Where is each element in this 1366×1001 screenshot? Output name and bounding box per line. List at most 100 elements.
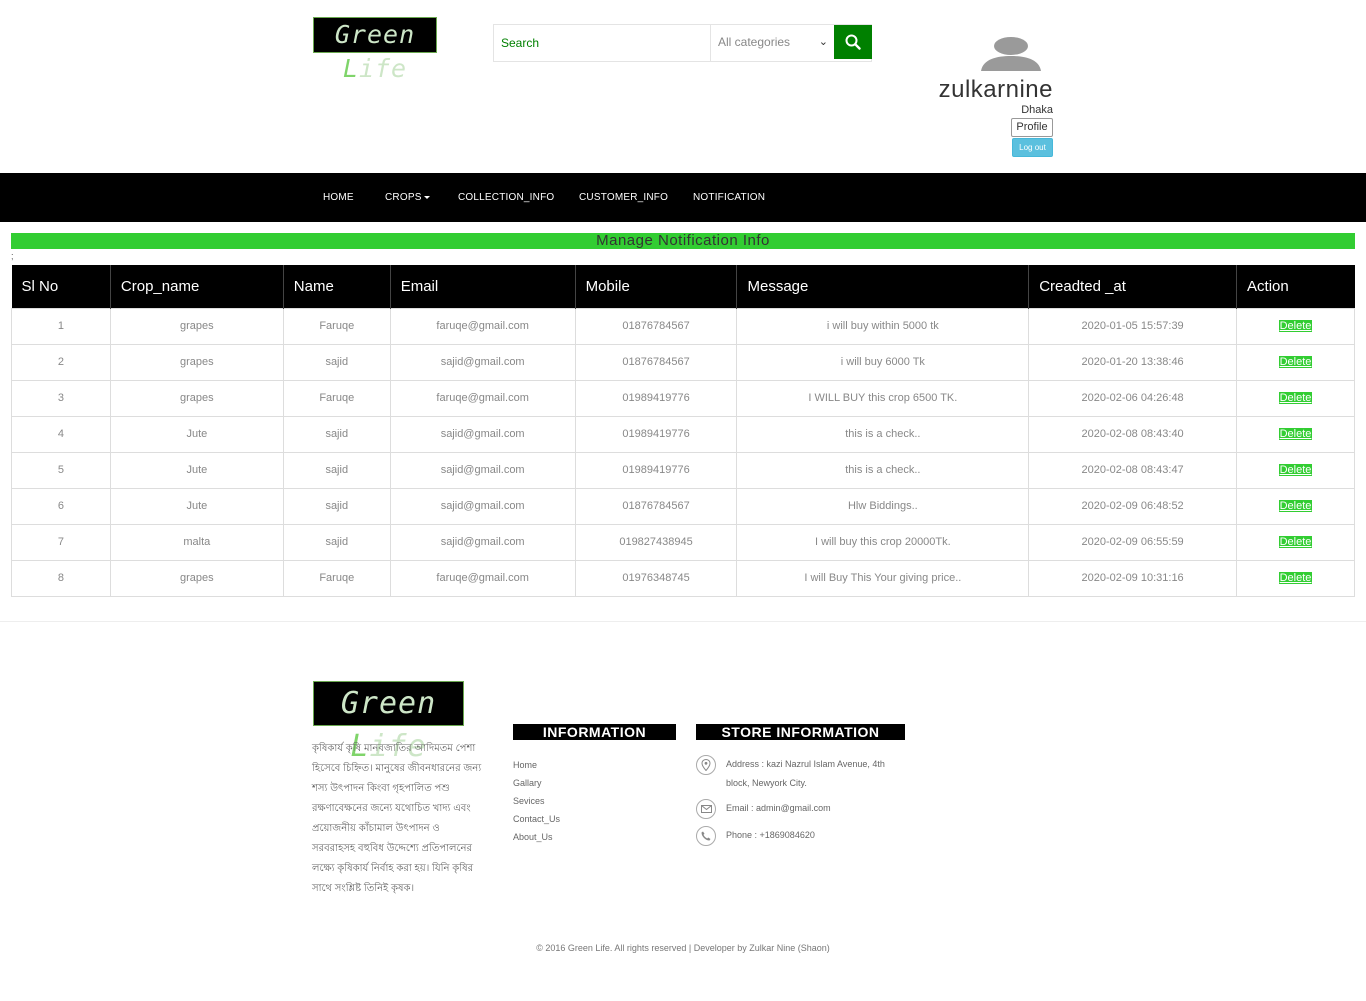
search-input[interactable] [494,25,710,61]
footer-logo-text-green: Green [340,686,437,721]
cell-sl: 1 [11,307,111,345]
nav-collection-info[interactable]: COLLECTION_INFO [458,173,554,222]
nav-crops-label: CROPS [385,192,422,203]
cell-message: this is a check.. [736,415,1030,453]
delete-button[interactable]: Delete [1278,572,1313,584]
cell-created: 2020-01-05 15:57:39 [1028,307,1238,345]
user-name: zulkarnine [938,76,1053,103]
store-email: Email : admin@gmail.com [696,799,906,826]
cell-created: 2020-02-06 04:26:48 [1028,379,1238,417]
footer-link-about-us[interactable]: About_Us [513,829,560,847]
nav-customer-info[interactable]: CUSTOMER_INFO [579,173,668,222]
cell-mobile: 01976348745 [574,559,738,597]
delete-button[interactable]: Delete [1278,464,1313,476]
cell-crop: grapes [109,343,284,381]
cell-created: 2020-02-08 08:43:40 [1028,415,1238,453]
cell-sl: 7 [11,523,111,561]
table-row: 7 malta sajid sajid@gmail.com 0198274389… [11,523,1355,561]
cell-name: sajid [282,451,391,489]
cell-email: sajid@gmail.com [389,415,576,453]
cell-name: sajid [282,343,391,381]
cell-created: 2020-02-09 10:31:16 [1028,559,1238,597]
copyright: © 2016 Green Life. All rights reserved |… [536,943,830,953]
table-header-row: Sl No Crop_name Name Email Mobile Messag… [11,265,1355,308]
table-row: 6 Jute sajid sajid@gmail.com 01876784567… [11,487,1355,525]
table-row: 4 Jute sajid sajid@gmail.com 01989419776… [11,415,1355,453]
cell-message: I will buy this crop 20000Tk. [736,523,1030,561]
phone-icon [696,826,716,846]
header-email: Email [390,265,576,308]
cell-crop: grapes [109,379,284,417]
footer-link-contact-us[interactable]: Contact_Us [513,811,560,829]
cell-message: i will buy within 5000 tk [736,307,1030,345]
cell-sl: 2 [11,343,111,381]
main-nav: HOME CROPS COLLECTION_INFO CUSTOMER_INFO… [0,173,1366,222]
header-sl-no: Sl No [11,265,111,308]
nav-crops[interactable]: CROPS [385,173,430,222]
footer-link-gallary[interactable]: Gallary [513,775,560,793]
chevron-down-icon: ⌄ [818,36,828,48]
cell-email: sajid@gmail.com [389,487,576,525]
cell-mobile: 01989419776 [574,415,738,453]
cell-message: I will Buy This Your giving price.. [736,559,1030,597]
delete-button[interactable]: Delete [1278,356,1313,368]
cell-email: faruqe@gmail.com [389,559,576,597]
footer-link-sevices[interactable]: Sevices [513,793,560,811]
header-name: Name [283,265,391,308]
delete-button[interactable]: Delete [1278,536,1313,548]
notification-table: Sl No Crop_name Name Email Mobile Messag… [11,265,1355,597]
store-information: Address : kazi Nazrul Islam Avenue, 4th … [696,755,906,850]
cell-message: this is a check.. [736,451,1030,489]
cell-action: Delete [1236,343,1355,381]
cell-mobile: 01876784567 [574,343,738,381]
cell-crop: grapes [109,307,284,345]
cell-action: Delete [1236,559,1355,597]
delete-button[interactable]: Delete [1278,392,1313,404]
cell-mobile: 01876784567 [574,307,738,345]
avatar-icon [981,37,1041,71]
cell-email: faruqe@gmail.com [389,379,576,417]
cell-email: sajid@gmail.com [389,343,576,381]
cell-created: 2020-02-08 08:43:47 [1028,451,1238,489]
header-crop-name: Crop_name [110,265,284,308]
stray-text: ; [11,251,14,261]
table-row: 3 grapes Faruqe faruqe@gmail.com 0198941… [11,379,1355,417]
cell-sl: 5 [11,451,111,489]
cell-name: sajid [282,523,391,561]
header-created-at: Creadted _at [1028,265,1238,308]
cell-crop: Jute [109,487,284,525]
cell-created: 2020-02-09 06:48:52 [1028,487,1238,525]
nav-notification[interactable]: NOTIFICATION [693,173,765,222]
profile-button[interactable]: Profile [1011,118,1053,137]
store-phone: Phone : +1869084620 [696,826,906,850]
search-icon [845,34,861,50]
category-select[interactable]: All categories ⌄ [710,25,835,61]
cell-mobile: 01989419776 [574,451,738,489]
footer-logo[interactable]: Green Life [313,681,464,764]
store-email-text: Email : admin@gmail.com [726,803,831,813]
search-button[interactable] [834,25,872,59]
search-bar: All categories ⌄ [493,24,872,62]
category-select-value: All categories [718,35,791,49]
cell-email: faruqe@gmail.com [389,307,576,345]
delete-button[interactable]: Delete [1278,500,1313,512]
cell-action: Delete [1236,523,1355,561]
cell-action: Delete [1236,415,1355,453]
logo-text-green: Green [334,20,416,49]
cell-sl: 4 [11,415,111,453]
logout-button[interactable]: Log out [1012,138,1053,157]
cell-sl: 6 [11,487,111,525]
site-logo[interactable]: Green Life [313,17,437,83]
nav-home[interactable]: HOME [323,173,354,222]
cell-crop: Jute [109,451,284,489]
table-row: 8 grapes Faruqe faruqe@gmail.com 0197634… [11,559,1355,597]
cell-message: I WILL BUY this crop 6500 TK. [736,379,1030,417]
logo-text-ife: ife [358,54,408,83]
footer-link-home[interactable]: Home [513,757,560,775]
cell-mobile: 019827438945 [574,523,738,561]
delete-button[interactable]: Delete [1278,428,1313,440]
store-address: Address : kazi Nazrul Islam Avenue, 4th … [696,755,906,799]
delete-button[interactable]: Delete [1278,320,1313,332]
footer-about-text: কৃষিকার্য কৃষি মানবজাতির আদিমতম পেশা হিস… [312,743,482,894]
cell-name: Faruqe [282,307,391,345]
